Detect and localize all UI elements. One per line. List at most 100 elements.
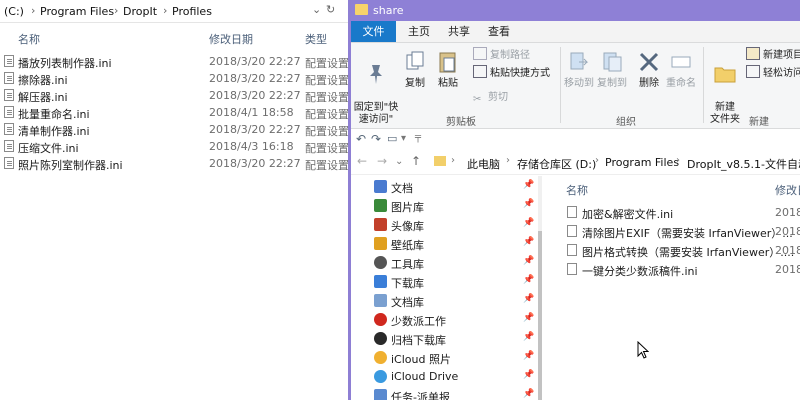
- nav-item-icloud-photos[interactable]: iCloud 照片 📌: [351, 348, 541, 367]
- file-row[interactable]: 清单制作器.ini 2018/3/20 22:27 配置设置: [0, 121, 349, 138]
- file-date: 2018/: [775, 206, 800, 219]
- nav-item-pictures[interactable]: 图片库 📌: [351, 196, 541, 215]
- cut-button[interactable]: ✂ 剪切: [473, 91, 508, 105]
- new-item-button[interactable]: 新建项目: [746, 47, 800, 62]
- pin-icon[interactable]: 📌: [523, 199, 534, 209]
- pin-icon[interactable]: 📌: [523, 332, 534, 342]
- nav-item-wallpapers[interactable]: 壁纸库 📌: [351, 234, 541, 253]
- column-date[interactable]: 修改日: [775, 182, 800, 198]
- nav-item-icloud-drive[interactable]: iCloud Drive 📌: [351, 367, 541, 386]
- file-row[interactable]: 照片陈列室制作器.ini 2018/3/20 22:27 配置设置: [0, 155, 349, 172]
- tab-home[interactable]: 主页: [399, 21, 439, 42]
- file-row[interactable]: 一键分类少数派稿件.ini 2018/: [544, 260, 800, 279]
- copy-button[interactable]: 复制: [401, 49, 429, 90]
- ini-file-icon: [567, 244, 577, 256]
- file-row[interactable]: 播放列表制作器.ini 2018/3/20 22:27 配置设置: [0, 53, 349, 70]
- nav-item-avatars[interactable]: 头像库 📌: [351, 215, 541, 234]
- tab-file[interactable]: 文件: [351, 21, 396, 42]
- new-item-label: 新建项目: [763, 50, 800, 61]
- copy-path-button[interactable]: 复制路径: [473, 47, 530, 62]
- chevron-down-icon[interactable]: ⌄: [312, 3, 321, 16]
- breadcrumb-profiles[interactable]: Profiles: [172, 5, 212, 18]
- delete-label: 删除: [639, 78, 659, 89]
- path-this-pc[interactable]: 此电脑: [467, 156, 500, 172]
- file-row[interactable]: 解压器.ini 2018/3/20 22:27 配置设置: [0, 87, 349, 104]
- customize-toolbar-icon[interactable]: ╤: [415, 132, 421, 143]
- pin-label: 固定到"快 速访问": [353, 102, 399, 125]
- tab-view[interactable]: 查看: [479, 21, 519, 42]
- file-row[interactable]: 批量重命名.ini 2018/4/1 18:58 配置设置: [0, 104, 349, 121]
- breadcrumb-dropit[interactable]: DropIt: [123, 5, 157, 18]
- pin-icon[interactable]: 📌: [523, 218, 534, 228]
- file-name: 图片格式转换（需要安装 IrfanViewer）....: [582, 246, 795, 259]
- chevron-right-icon: ›: [114, 4, 119, 17]
- nav-item-downloads[interactable]: 下载库 📌: [351, 272, 541, 291]
- pin-quick-access-button[interactable]: 固定到"快 速访问": [353, 49, 399, 126]
- delete-button[interactable]: 删除: [636, 49, 662, 90]
- file-row[interactable]: 擦除器.ini 2018/3/20 22:27 配置设置: [0, 70, 349, 87]
- file-row[interactable]: 图片格式转换（需要安装 IrfanViewer）....2018/: [544, 241, 800, 260]
- nav-item-tools[interactable]: 工具库 📌: [351, 253, 541, 272]
- breadcrumb-drive[interactable]: (C:): [4, 5, 24, 18]
- file-name: 擦除器.ini: [18, 74, 68, 87]
- easy-access-button[interactable]: 轻松访问: [746, 65, 800, 80]
- column-date[interactable]: 修改日期: [209, 31, 253, 47]
- pin-icon[interactable]: 📌: [523, 275, 534, 285]
- paste-shortcut-button[interactable]: 粘贴快捷方式: [473, 65, 550, 80]
- copy-to-button[interactable]: 复制到: [596, 49, 628, 90]
- delete-x-icon: [639, 52, 659, 72]
- rename-button[interactable]: 重命名: [664, 49, 698, 90]
- column-name[interactable]: 名称: [18, 31, 40, 47]
- pin-icon[interactable]: 📌: [523, 389, 534, 399]
- ini-file-icon: [4, 106, 14, 118]
- path-program-files[interactable]: Program Files: [605, 156, 679, 169]
- mouse-cursor-icon: [637, 341, 649, 359]
- file-row[interactable]: 压缩文件.ini 2018/4/3 16:18 配置设置: [0, 138, 349, 155]
- left-address-bar[interactable]: (C:) › Program Files › DropIt › Profiles…: [0, 0, 349, 23]
- column-name[interactable]: 名称: [566, 182, 588, 198]
- pin-icon[interactable]: 📌: [523, 256, 534, 266]
- refresh-icon[interactable]: ↻: [326, 3, 335, 16]
- pin-icon[interactable]: 📌: [523, 370, 534, 380]
- column-type[interactable]: 类型: [305, 31, 327, 47]
- pin-icon[interactable]: 📌: [523, 237, 534, 247]
- group-new: 新建: [749, 117, 769, 128]
- pin-icon[interactable]: 📌: [523, 180, 534, 190]
- copy-to-icon: [603, 52, 622, 72]
- path-drive-d[interactable]: 存储仓库区 (D:): [517, 156, 596, 172]
- file-date: 2018/3/20 22:27: [209, 72, 301, 85]
- path-dropit-folder[interactable]: DropIt_v8.5.1-文件自动整: [687, 156, 800, 172]
- nav-pane-scrollbar[interactable]: [538, 176, 542, 400]
- scrollbar-thumb[interactable]: [538, 231, 542, 400]
- pin-icon[interactable]: 📌: [523, 351, 534, 361]
- file-date: 2018/: [775, 225, 800, 238]
- nav-item-tasks[interactable]: 任务-派单报 📌: [351, 386, 541, 400]
- redo-icon[interactable]: ↷: [371, 132, 381, 146]
- paste-button[interactable]: 粘贴: [433, 49, 463, 90]
- file-date: 2018/4/1 18:58: [209, 106, 294, 119]
- nav-item-archive-downloads[interactable]: 归档下载库 📌: [351, 329, 541, 348]
- tab-share[interactable]: 共享: [439, 21, 479, 42]
- move-to-button[interactable]: 移动到: [563, 49, 595, 90]
- back-arrow-icon[interactable]: ←: [357, 154, 367, 168]
- chevron-down-icon[interactable]: ⌄: [395, 156, 403, 167]
- undo-icon[interactable]: ↶: [356, 132, 366, 146]
- chevron-down-icon[interactable]: ▾: [401, 133, 406, 144]
- file-row[interactable]: 加密&解密文件.ini 2018/: [544, 203, 800, 222]
- paste-label: 粘贴: [438, 78, 458, 89]
- file-row[interactable]: 清除图片EXIF（需要安装 IrfanViewer）...2018/: [544, 222, 800, 241]
- nav-item-sspai-work[interactable]: 少数派工作 📌: [351, 310, 541, 329]
- nav-item-docs[interactable]: 文档 📌: [351, 177, 541, 196]
- pin-icon[interactable]: 📌: [523, 313, 534, 323]
- forward-arrow-icon[interactable]: →: [377, 154, 387, 168]
- group-divider: [703, 47, 704, 123]
- pin-icon[interactable]: 📌: [523, 294, 534, 304]
- properties-icon[interactable]: ▭: [387, 132, 397, 145]
- nav-item-doc-library[interactable]: 文档库 📌: [351, 291, 541, 310]
- title-bar[interactable]: share: [351, 0, 800, 21]
- new-folder-button[interactable]: 新建 文件夹: [707, 49, 743, 126]
- up-arrow-icon[interactable]: ↑: [411, 154, 421, 168]
- breadcrumb-program-files[interactable]: Program Files: [40, 5, 114, 18]
- navigation-bar: ← → ⌄ ↑ › 此电脑 › 存储仓库区 (D:) › Program Fil…: [351, 150, 800, 175]
- group-organize: 组织: [616, 117, 636, 128]
